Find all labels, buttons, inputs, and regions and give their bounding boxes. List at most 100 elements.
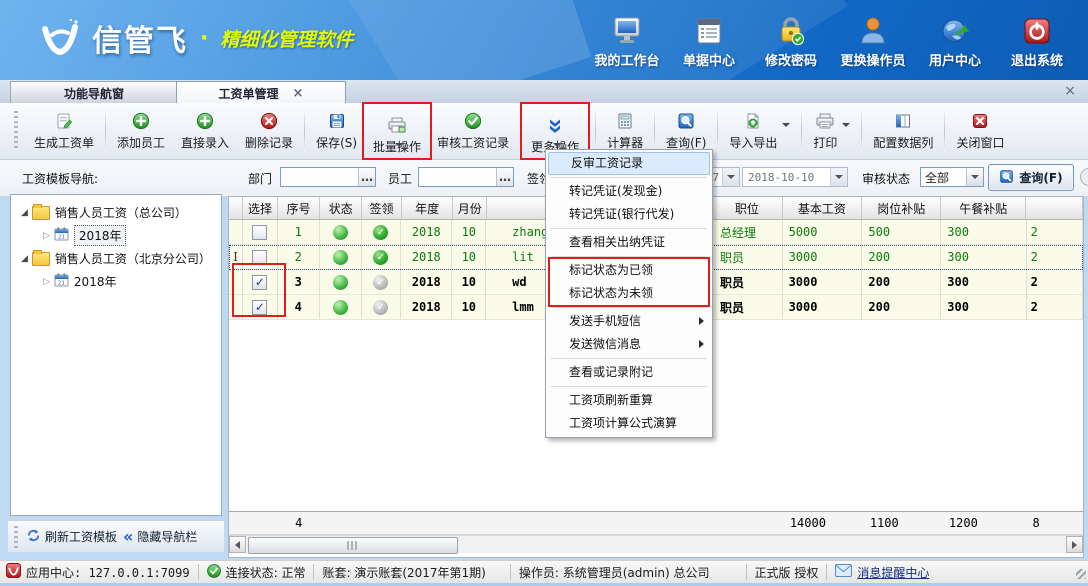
collapsed-triangle-icon[interactable]: ▷ bbox=[43, 277, 50, 287]
nav-document-center[interactable]: 单据中心 bbox=[668, 12, 750, 69]
nav-user-center[interactable]: 用户中心 bbox=[914, 12, 996, 69]
nav-change-password[interactable]: 修改密码 bbox=[750, 12, 832, 69]
menu-item-mark-signed[interactable]: 标记状态为已领 bbox=[547, 259, 711, 282]
menu-item-view-notes[interactable]: 查看或记录附记 bbox=[547, 361, 711, 384]
query-filter-button[interactable]: 查询(F) bbox=[988, 164, 1074, 191]
batch-operation-button[interactable]: 批量操作 bbox=[365, 105, 429, 157]
collapse-handle-icon[interactable] bbox=[1080, 168, 1088, 186]
col-header-status[interactable]: 状态 bbox=[320, 197, 362, 219]
col-header-sign[interactable]: 签领 bbox=[362, 197, 401, 219]
dropdown-caret-icon[interactable] bbox=[966, 168, 983, 186]
direct-entry-icon bbox=[196, 111, 214, 131]
menu-item-voucher-cash[interactable]: 转记凭证(发现金) bbox=[547, 180, 711, 203]
tab-payroll-management[interactable]: 工资单管理 × bbox=[176, 81, 346, 105]
col-header-clipped bbox=[1026, 197, 1083, 219]
menu-item-voucher-bank[interactable]: 转记凭证(银行代发) bbox=[547, 203, 711, 226]
tree-node-head-office[interactable]: ◢ 销售人员工资（总公司） bbox=[11, 201, 221, 224]
nav-my-workbench[interactable]: 我的工作台 bbox=[586, 12, 668, 69]
toolbar-drag-handle[interactable] bbox=[14, 111, 18, 151]
menu-item-send-sms[interactable]: 发送手机短信 bbox=[547, 310, 711, 333]
menu-item-formula-demo[interactable]: 工资项计算公式演算 bbox=[547, 412, 711, 435]
menu-separator bbox=[551, 358, 707, 359]
hide-nav-button[interactable]: « 隐藏导航栏 bbox=[123, 528, 197, 545]
cell-base-salary: 3000 bbox=[783, 245, 863, 269]
folder-icon bbox=[32, 206, 50, 220]
resize-grip[interactable] bbox=[1076, 569, 1086, 579]
app-logo: 信管飞 · 精细化管理软件 bbox=[38, 16, 353, 60]
menu-item-view-cashier-voucher[interactable]: 查看相关出纳凭证 bbox=[547, 231, 711, 254]
menu-item-send-wechat[interactable]: 发送微信消息 bbox=[547, 333, 711, 356]
audit-payroll-button[interactable]: 审核工资记录 bbox=[429, 105, 517, 157]
batch-operation-icon bbox=[387, 115, 407, 135]
emp-input[interactable]: … bbox=[418, 167, 514, 187]
cell-year: 2018 bbox=[401, 245, 452, 269]
toolbar-separator bbox=[105, 109, 106, 153]
dept-picker-icon[interactable]: … bbox=[358, 168, 375, 186]
payroll-template-tree: ◢ 销售人员工资（总公司） ▷ 21 2018年 ◢ 销售人员工资（北京分公司）… bbox=[10, 194, 222, 516]
col-header-lunch-subsidy[interactable]: 午餐补贴 bbox=[941, 197, 1026, 219]
emp-picker-icon[interactable]: … bbox=[496, 168, 513, 186]
cell-lunch-subsidy: 300 bbox=[941, 270, 1026, 294]
tabbar-close-icon[interactable]: × bbox=[1064, 83, 1076, 99]
title-separator: · bbox=[200, 26, 208, 51]
direct-entry-button[interactable]: 直接录入 bbox=[173, 105, 237, 157]
col-header-month[interactable]: 月份 bbox=[453, 197, 487, 219]
app-window: 信管飞 · 精细化管理软件 我的工作台 单据中心 修改密码 bbox=[0, 0, 1088, 586]
delete-record-button[interactable]: 删除记录 bbox=[237, 105, 301, 157]
menu-item-mark-unsigned[interactable]: 标记状态为未领 bbox=[547, 282, 711, 305]
dropdown-caret-icon[interactable] bbox=[722, 168, 739, 186]
row-checkbox[interactable] bbox=[252, 225, 267, 240]
save-button[interactable]: 保存(S) bbox=[308, 105, 365, 157]
button-label: 审核工资记录 bbox=[437, 134, 509, 151]
scroll-left-arrow[interactable] bbox=[229, 536, 246, 553]
menu-separator bbox=[551, 386, 707, 387]
audit-status-select[interactable]: 全部 bbox=[920, 167, 984, 187]
tree-node-2018-head[interactable]: ▷ 21 2018年 bbox=[11, 224, 221, 247]
summary-clipped: 8 bbox=[1029, 512, 1084, 534]
col-header-position[interactable]: 职位 bbox=[712, 197, 782, 219]
scrollbar-thumb[interactable] bbox=[248, 537, 458, 554]
horizontal-scrollbar[interactable] bbox=[229, 535, 1083, 553]
add-employee-button[interactable]: 添加员工 bbox=[109, 105, 173, 157]
menu-item-recalculate[interactable]: 工资项刷新重算 bbox=[547, 389, 711, 412]
account-set-text: 账套: 演示账套(2017年第1期) bbox=[322, 564, 485, 581]
menu-separator bbox=[551, 307, 707, 308]
date-to-picker[interactable]: 2018-10-10 bbox=[742, 167, 848, 187]
import-export-button[interactable]: 导入导出 bbox=[721, 105, 798, 157]
tree-node-2018-beijing[interactable]: ▷ 21 2018年 bbox=[11, 270, 221, 293]
menu-item-unaudit[interactable]: 反审工资记录 bbox=[548, 152, 710, 175]
tab-function-navigator[interactable]: 功能导航窗 bbox=[10, 81, 178, 104]
message-center-link[interactable]: 消息提醒中心 bbox=[857, 564, 929, 581]
refresh-template-label: 刷新工资模板 bbox=[45, 528, 117, 545]
expanded-triangle-icon[interactable]: ◢ bbox=[21, 254, 28, 264]
col-header-seq[interactable]: 序号 bbox=[278, 197, 320, 219]
nav-label: 更换操作员 bbox=[840, 50, 905, 69]
message-center[interactable]: 消息提醒中心 bbox=[835, 564, 929, 581]
refresh-template-button[interactable]: 刷新工资模板 bbox=[26, 528, 117, 546]
col-header-year[interactable]: 年度 bbox=[402, 197, 454, 219]
calculator-icon bbox=[616, 111, 634, 131]
row-cursor-indicator: I bbox=[233, 250, 238, 264]
signed-check-icon: ✓ bbox=[373, 225, 388, 240]
cell-clipped: 2 bbox=[1027, 270, 1083, 294]
nav-exit-system[interactable]: 退出系统 bbox=[996, 12, 1078, 69]
col-header-post-subsidy[interactable]: 岗位补贴 bbox=[862, 197, 941, 219]
nav-switch-operator[interactable]: 更换操作员 bbox=[832, 12, 914, 69]
print-button[interactable]: 打印 bbox=[805, 105, 858, 157]
tab-close-icon[interactable]: × bbox=[293, 86, 304, 101]
dept-input[interactable]: … bbox=[280, 167, 376, 187]
close-window-button[interactable]: 关闭窗口 bbox=[948, 105, 1012, 157]
footer-drag-handle[interactable] bbox=[14, 526, 18, 548]
dropdown-caret-icon[interactable] bbox=[830, 168, 847, 186]
collapsed-triangle-icon[interactable]: ▷ bbox=[43, 231, 50, 241]
tree-node-beijing-branch[interactable]: ◢ 销售人员工资（北京分公司） bbox=[11, 247, 221, 270]
scroll-right-arrow[interactable] bbox=[1066, 536, 1083, 553]
col-header-select[interactable]: 选择 bbox=[243, 197, 278, 219]
cell-base-salary: 3000 bbox=[783, 295, 863, 319]
calendar-icon: 21 bbox=[54, 227, 69, 244]
expanded-triangle-icon[interactable]: ◢ bbox=[21, 208, 28, 218]
configure-columns-button[interactable]: 配置数据列 bbox=[865, 105, 941, 157]
col-header-base-salary[interactable]: 基本工资 bbox=[783, 197, 863, 219]
button-label: 添加员工 bbox=[117, 134, 165, 151]
generate-payroll-button[interactable]: 生成工资单 bbox=[26, 105, 102, 157]
